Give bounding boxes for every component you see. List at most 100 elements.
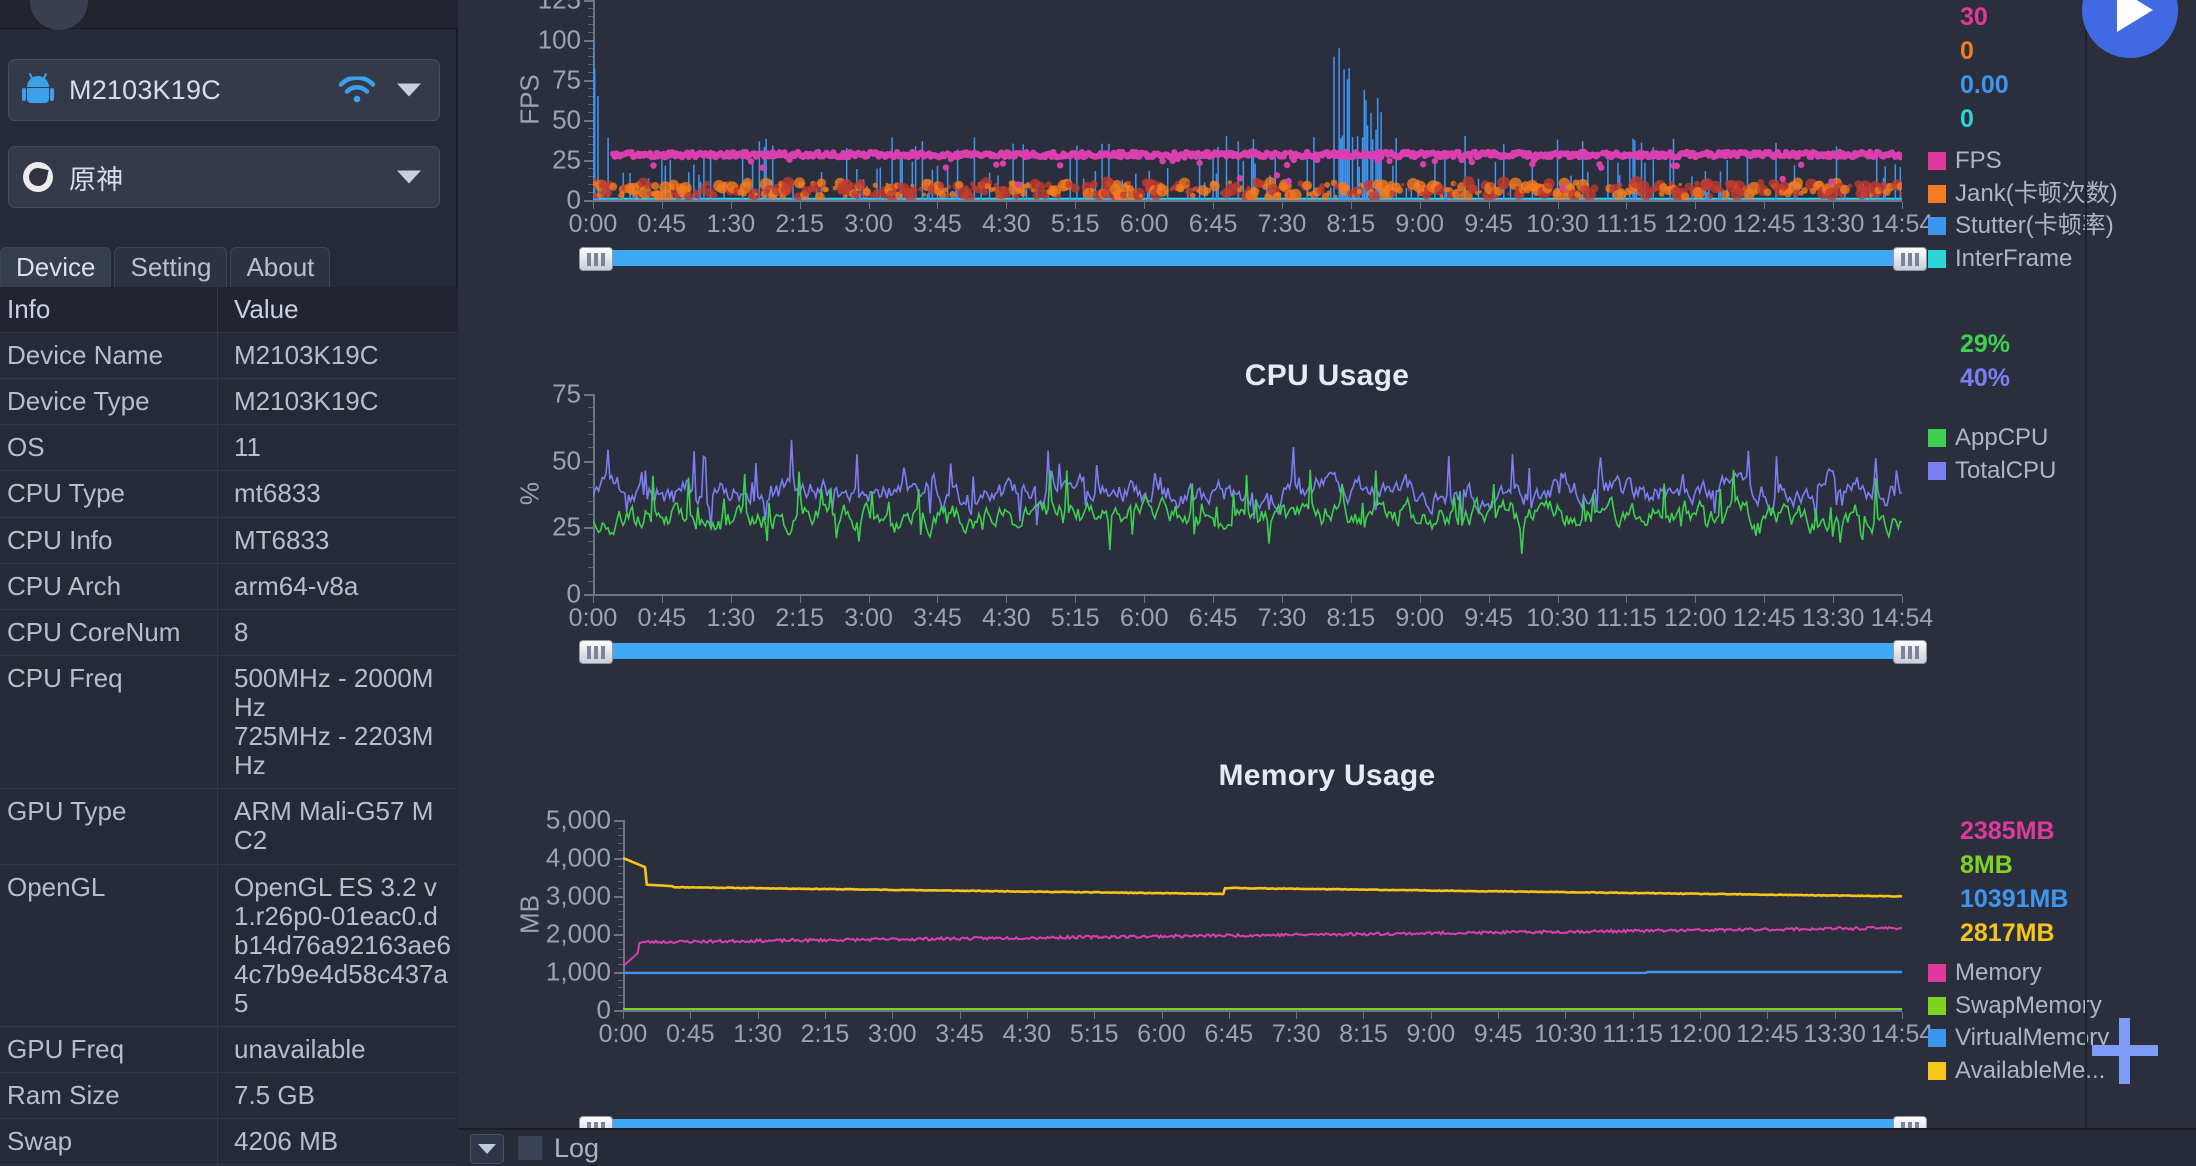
appcpu-series: [593, 469, 1902, 554]
jank-point: [849, 182, 855, 188]
jank-point: [1763, 188, 1772, 197]
fps-point: [1196, 159, 1203, 167]
x-axis-tick: [1006, 202, 1008, 209]
tab-device[interactable]: Device: [0, 247, 112, 287]
legend-swatch: [1928, 1029, 1946, 1048]
row-key: Device Type: [0, 379, 218, 425]
tab-about[interactable]: About: [230, 247, 331, 287]
add-button[interactable]: [2092, 1018, 2158, 1084]
jank-point: [742, 177, 753, 188]
jank-point: [922, 192, 926, 197]
right-panel-divider: [2085, 0, 2087, 1166]
fps-point: [1236, 175, 1244, 182]
x-axis-tick-label: 12:45: [1732, 210, 1796, 238]
scroll-track[interactable]: [593, 643, 1913, 659]
x-axis-tick-label: 6:45: [1188, 210, 1238, 238]
x-axis-line: [593, 594, 1902, 596]
legend-item[interactable]: InterFrame: [1928, 243, 2168, 275]
fps-point: [1468, 158, 1476, 166]
row-value: 8: [234, 616, 249, 647]
sidebar-top-strip: [0, 0, 458, 30]
device-selector[interactable]: M2103K19C: [8, 59, 440, 121]
fps-point: [993, 161, 1000, 168]
bottom-panel-expander[interactable]: [470, 1134, 504, 1164]
x-axis-tick-label: 11:15: [1602, 1020, 1664, 1048]
scroll-handle-left[interactable]: [579, 247, 613, 271]
jank-point: [754, 192, 758, 197]
jank-point: [1434, 184, 1446, 196]
y-axis-tick-label: 1,000: [545, 956, 611, 987]
x-axis-tick-label: 0:45: [637, 210, 687, 238]
scroll-handle-right[interactable]: [1893, 640, 1927, 664]
cpu-plot[interactable]: 0 25 50 75% 0:00 0:45 1:30 2:15 3:00 3:45 4:30 5:15…: [515, 379, 1934, 633]
fps-timeline-scrollbar[interactable]: [579, 247, 1927, 271]
app-selector[interactable]: 原神: [8, 146, 440, 208]
row-value: M2103K19C: [234, 386, 379, 417]
legend-label: Memory: [1955, 959, 2042, 986]
legend-item[interactable]: TotalCPU: [1928, 455, 2168, 487]
cpu-timeline-scrollbar[interactable]: [579, 640, 1927, 664]
legend-item[interactable]: SwapMemory: [1928, 990, 2178, 1022]
x-axis-tick: [1695, 202, 1697, 209]
legend-label: InterFrame: [1955, 245, 2073, 273]
log-tab[interactable]: Log: [518, 1133, 599, 1164]
y-axis-label: FPS: [514, 74, 545, 125]
memory-value-AvailableMe...: 2817MB: [1960, 919, 2055, 947]
fps-point: [1673, 162, 1681, 170]
x-axis-line: [593, 200, 1902, 202]
chevron-down-icon[interactable]: [397, 83, 421, 97]
x-axis-tick: [1557, 596, 1559, 603]
tab-setting[interactable]: Setting: [114, 247, 228, 287]
x-axis-tick: [868, 202, 870, 209]
x-axis-tick: [1144, 596, 1146, 603]
fps-value-InterFrame: 0: [1960, 105, 1974, 133]
fps-point: [999, 160, 1007, 167]
x-axis-tick: [1632, 1012, 1634, 1019]
x-axis-tick-label: 4:30: [982, 604, 1031, 632]
y-axis-tick-label: 0: [596, 994, 611, 1025]
cpu-value-TotalCPU: 40%: [1960, 364, 2011, 392]
x-axis-tick: [1213, 596, 1215, 603]
row-value: unavailable: [234, 1034, 366, 1065]
jank-point: [1590, 184, 1599, 193]
fps-plot[interactable]: 0255075100125FPS0:000:451:302:153:003:45…: [514, 0, 1933, 238]
performance-monitor-window: M2103K19C 原神 Device Setting About Info V…: [0, 0, 2196, 1166]
x-axis-tick: [1488, 596, 1490, 603]
legend-item[interactable]: Stutter(卡顿率): [1928, 210, 2168, 242]
jank-point: [1236, 193, 1241, 197]
x-axis-tick-label: 3:00: [844, 210, 893, 238]
chevron-down-icon[interactable]: [397, 170, 421, 184]
sidebar-tabs: Device Setting About: [0, 243, 458, 287]
row-key: OpenGL: [0, 864, 218, 1027]
jank-point: [1474, 191, 1479, 195]
legend-item[interactable]: AppCPU: [1928, 422, 2168, 454]
row-key: Device Name: [0, 333, 218, 379]
row-key: CPU Freq: [0, 655, 218, 789]
y-axis-minor-tick: [618, 1010, 623, 1011]
jank-point: [1543, 178, 1555, 190]
jank-point: [798, 181, 805, 188]
cpu-value-AppCPU: 29%: [1960, 330, 2011, 358]
legend-item[interactable]: Memory: [1928, 957, 2178, 989]
jank-point: [1507, 192, 1511, 196]
x-axis-tick: [937, 202, 939, 209]
fps-point: [1779, 175, 1786, 183]
memory-plot[interactable]: 0 1,000 2,000 3,000 4,000 5,000 MB 0:00 0:45 1:30…: [515, 805, 1934, 1049]
fps-point: [1285, 177, 1292, 185]
memory-value-SwapMemory: 8MB: [1960, 851, 2013, 879]
jank-point: [824, 187, 829, 192]
legend-item[interactable]: FPS: [1928, 145, 2168, 177]
jank-point: [1275, 191, 1282, 198]
row-key: CPU CoreNum: [0, 609, 218, 655]
scroll-handle-right[interactable]: [1893, 247, 1927, 271]
row-value: 11: [234, 432, 261, 463]
device-info-table: Info Value Device Name M2103K19C Device Ty…: [0, 287, 458, 1166]
x-axis-tick: [1419, 596, 1421, 603]
y-axis-tick-label: 75: [552, 378, 581, 409]
scroll-track[interactable]: [593, 250, 1913, 266]
legend-swatch: [1928, 184, 1946, 203]
legend-item[interactable]: Jank(卡顿次数): [1928, 178, 2168, 210]
scroll-handle-left[interactable]: [579, 640, 613, 664]
legend-label: TotalCPU: [1955, 456, 2057, 484]
y-axis-minor-tick: [588, 594, 593, 595]
